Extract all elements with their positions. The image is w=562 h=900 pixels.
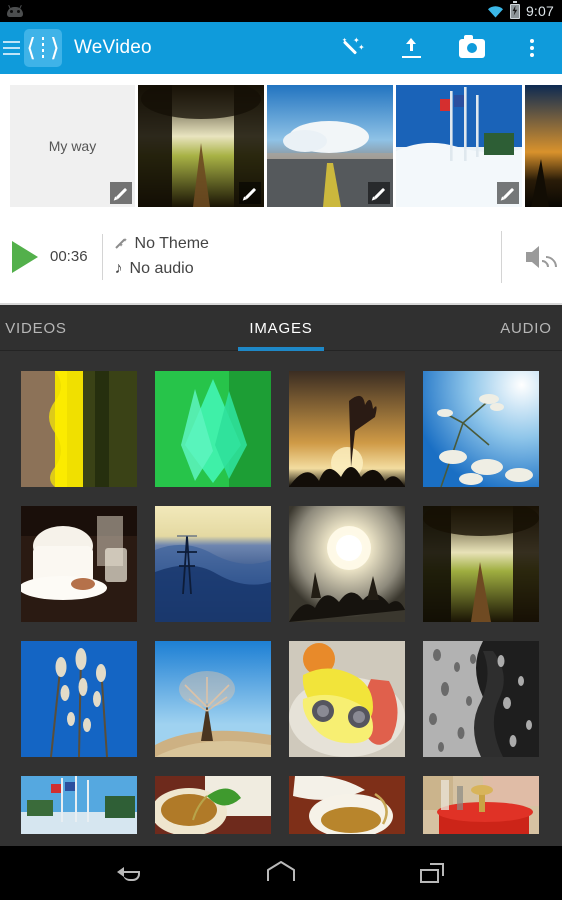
gallery-row (0, 506, 562, 622)
status-bar: 9:07 (0, 0, 562, 22)
app-root: 9:07 ⟨ ⟩ WeVideo ✦ ✦ ✦ My way 00:36 ✦ ✦ … (0, 0, 562, 900)
gallery-row (0, 776, 562, 834)
music-note-icon: ♪ (114, 260, 123, 277)
project-meta: ✦ ✦ No Theme ♪ No audio (115, 235, 209, 278)
camera-button[interactable] (442, 22, 502, 74)
pencil-icon[interactable] (497, 182, 519, 204)
magic-wand-button[interactable]: ✦ ✦ ✦ (322, 22, 382, 74)
play-icon[interactable] (12, 240, 38, 273)
tab-audio[interactable]: AUDIO (466, 307, 562, 351)
volume-button[interactable] (502, 245, 562, 283)
tab-videos[interactable]: VIDEOS (0, 307, 96, 351)
nav-home-button[interactable] (258, 853, 304, 893)
tab-active-indicator (238, 346, 324, 351)
magic-wand-icon: ✦ ✦ (114, 238, 128, 251)
pencil-icon[interactable] (239, 182, 261, 204)
storyboard-title-card[interactable]: My way (10, 85, 135, 207)
storyboard-clip[interactable] (267, 85, 393, 207)
thumb-red-table-setting[interactable] (423, 776, 539, 834)
thumb-bananas-plate[interactable] (289, 641, 405, 757)
thumb-tea-cup-leaf[interactable] (155, 776, 271, 834)
gallery-row (0, 371, 562, 487)
system-navigation-bar (0, 846, 562, 900)
tab-images[interactable]: IMAGES (231, 307, 331, 351)
home-icon (266, 860, 296, 887)
nav-back-button[interactable] (107, 853, 153, 893)
storyboard-clip[interactable] (525, 85, 562, 207)
status-bar-notifications (0, 4, 24, 18)
kebab-menu-icon (530, 39, 534, 57)
audio-row[interactable]: ♪ No audio (115, 260, 209, 278)
action-bar: ⟨ ⟩ WeVideo ✦ ✦ ✦ (0, 22, 562, 74)
thumb-coffee-cup-cafe[interactable] (21, 506, 137, 622)
audio-label: No audio (129, 260, 194, 277)
thumb-flag-poles-snow[interactable] (21, 776, 137, 834)
thumb-pylon-fog-valley[interactable] (155, 506, 271, 622)
storyboard-clip[interactable] (396, 85, 522, 207)
gallery-row (0, 641, 562, 757)
wifi-icon (487, 5, 504, 18)
camera-icon (459, 34, 485, 58)
status-bar-system: 9:07 (487, 1, 562, 19)
thumb-lone-tree-hill[interactable] (155, 641, 271, 757)
media-tabs: VIDEOS IMAGES AUDIO (0, 307, 562, 351)
thumb-green-leaf-dew[interactable] (155, 371, 271, 487)
hamburger-menu-icon[interactable] (0, 41, 22, 55)
overflow-menu-button[interactable] (502, 22, 562, 74)
image-gallery-grid[interactable] (0, 351, 562, 846)
storyboard-strip[interactable]: My way (0, 74, 562, 210)
magic-wand-icon: ✦ ✦ ✦ (341, 37, 365, 59)
nav-recents-button[interactable] (409, 853, 455, 893)
upload-button[interactable] (382, 22, 442, 74)
pencil-icon[interactable] (368, 182, 390, 204)
upload-icon (401, 38, 423, 58)
thumb-rain-drops-window[interactable] (423, 641, 539, 757)
thumb-blossom-blue-sky[interactable] (423, 371, 539, 487)
storyboard-clip[interactable] (138, 85, 264, 207)
thumb-sun-haze-trees[interactable] (289, 506, 405, 622)
status-bar-clock: 9:07 (525, 3, 554, 19)
tab-audio-label: AUDIO (500, 320, 552, 337)
back-arrow-icon (117, 864, 143, 882)
wevideo-logo-icon[interactable]: ⟨ ⟩ (24, 29, 62, 67)
thumb-tea-cup-napkin[interactable] (289, 776, 405, 834)
thumb-yellow-moss-bark[interactable] (21, 371, 137, 487)
android-robot-icon (6, 4, 24, 18)
theme-row[interactable]: ✦ ✦ No Theme (114, 235, 209, 253)
pencil-icon[interactable] (110, 182, 132, 204)
storyboard-title-text: My way (48, 138, 97, 154)
playback-bar: 00:36 ✦ ✦ No Theme ♪ No audio (0, 210, 562, 305)
thumb-forest-path-trees[interactable] (423, 506, 539, 622)
app-title: WeVideo (74, 37, 152, 58)
thumb-sunset-silhouette-flowers[interactable] (289, 371, 405, 487)
theme-label: No Theme (134, 235, 209, 252)
battery-charging-icon (509, 1, 520, 19)
action-bar-actions: ✦ ✦ ✦ (322, 22, 562, 74)
volume-control (501, 230, 562, 283)
divider (101, 233, 103, 280)
tab-videos-label: VIDEOS (5, 320, 67, 337)
tab-images-label: IMAGES (249, 320, 313, 337)
duration-label: 00:36 (50, 248, 88, 265)
recent-apps-icon (420, 863, 444, 883)
thumb-pussy-willow-blue[interactable] (21, 641, 137, 757)
